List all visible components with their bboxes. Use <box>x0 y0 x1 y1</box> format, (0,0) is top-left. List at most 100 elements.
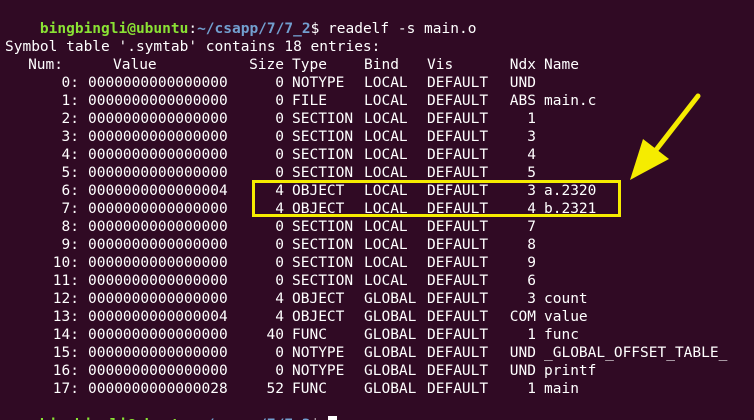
cell-bind: LOCAL <box>364 273 408 289</box>
cell-name: func <box>544 327 579 343</box>
cell-value: 0000000000000000 <box>88 345 228 361</box>
symtab-row: 8: 0000000000000000 0 SECTION LOCAL DEFAULT 7 <box>0 218 754 236</box>
cell-type: SECTION <box>292 129 354 145</box>
cell-size: 0 <box>275 237 284 253</box>
cell-vis: DEFAULT <box>427 363 489 379</box>
cell-name: _GLOBAL_OFFSET_TABLE_ <box>544 345 728 361</box>
symtab-title: Symbol table '.symtab' contains 18 entri… <box>5 39 381 55</box>
cell-ndx: 6 <box>527 273 536 289</box>
cell-vis: DEFAULT <box>427 93 489 109</box>
cell-name: count <box>544 291 588 307</box>
cell-ndx: 3 <box>527 291 536 307</box>
cell-type: OBJECT <box>292 201 345 217</box>
cell-value: 0000000000000028 <box>88 381 228 397</box>
arrow-pointing-down-left-icon <box>630 93 701 180</box>
cell-ndx: 3 <box>527 183 536 199</box>
cell-vis: DEFAULT <box>427 327 489 343</box>
cell-vis: DEFAULT <box>427 201 489 217</box>
cell-size: 0 <box>275 129 284 145</box>
cell-type: SECTION <box>292 147 354 163</box>
cell-bind: LOCAL <box>364 201 408 217</box>
cell-ndx: UND <box>509 345 536 361</box>
cell-value: 0000000000000000 <box>88 273 228 289</box>
cell-num: 11: <box>52 273 79 289</box>
header-num: Num: <box>28 57 63 73</box>
cell-vis: DEFAULT <box>427 309 489 325</box>
symtab-row: 9: 0000000000000000 0 SECTION LOCAL DEFAULT 8 <box>0 236 754 254</box>
cell-ndx: 1 <box>527 381 536 397</box>
cell-ndx: 1 <box>527 111 536 127</box>
cell-value: 0000000000000004 <box>88 183 228 199</box>
symtab-row: 10: 0000000000000000 0 SECTION LOCAL DEFAULT 9 <box>0 254 754 272</box>
terminal-window[interactable]: bingbingli@ubuntu:~/csapp/7/7_2$ readelf… <box>0 0 754 420</box>
cell-type: SECTION <box>292 255 354 271</box>
cell-type: SECTION <box>292 237 354 253</box>
cell-ndx: 5 <box>527 165 536 181</box>
cell-name: printf <box>544 363 597 379</box>
cell-bind: LOCAL <box>364 147 408 163</box>
symtab-row: 17: 0000000000000028 52 FUNC GLOBAL DEFAULT 1 m… <box>0 380 754 398</box>
symtab-header-row: Num: Value Size Type Bind Vis Ndx Name <box>0 56 754 74</box>
cell-bind: GLOBAL <box>364 381 417 397</box>
cell-ndx: 4 <box>527 201 536 217</box>
cell-size: 0 <box>275 75 284 91</box>
cell-size: 0 <box>275 147 284 163</box>
cell-value: 0000000000000000 <box>88 201 228 217</box>
cell-ndx: UND <box>509 363 536 379</box>
cell-vis: DEFAULT <box>427 75 489 91</box>
cell-bind: LOCAL <box>364 183 408 199</box>
cell-value: 0000000000000000 <box>88 165 228 181</box>
cell-size: 0 <box>275 111 284 127</box>
cell-value: 0000000000000000 <box>88 327 228 343</box>
cell-type: NOTYPE <box>292 75 345 91</box>
cell-name: main.c <box>544 93 597 109</box>
cell-bind: GLOBAL <box>364 363 417 379</box>
cell-bind: GLOBAL <box>364 291 417 307</box>
cell-bind: LOCAL <box>364 129 408 145</box>
symtab-row: 12: 0000000000000000 4 OBJECT GLOBAL DEFAULT 3… <box>0 290 754 308</box>
cell-value: 0000000000000000 <box>88 75 228 91</box>
cell-value: 0000000000000000 <box>88 93 228 109</box>
cell-ndx: 7 <box>527 219 536 235</box>
cell-name: main <box>544 381 579 397</box>
cell-bind: LOCAL <box>364 165 408 181</box>
cell-num: 15: <box>52 345 79 361</box>
cell-vis: DEFAULT <box>427 129 489 145</box>
cell-num: 17: <box>52 381 79 397</box>
cell-ndx: ABS <box>509 93 536 109</box>
cell-bind: LOCAL <box>364 237 408 253</box>
cell-type: SECTION <box>292 111 354 127</box>
cell-num: 0: <box>61 75 79 91</box>
cell-type: FILE <box>292 93 327 109</box>
cell-size: 0 <box>275 93 284 109</box>
cell-type: SECTION <box>292 165 354 181</box>
cell-bind: LOCAL <box>364 75 408 91</box>
cell-ndx: 3 <box>527 129 536 145</box>
cell-ndx: UND <box>509 75 536 91</box>
cell-value: 0000000000000000 <box>88 237 228 253</box>
cell-bind: GLOBAL <box>364 309 417 325</box>
symtab-row: 15: 0000000000000000 0 NOTYPE GLOBAL DEFAULT U… <box>0 344 754 362</box>
prompt-line-command: bingbingli@ubuntu:~/csapp/7/7_2$ readelf… <box>0 2 754 37</box>
cell-vis: DEFAULT <box>427 273 489 289</box>
cell-type: SECTION <box>292 219 354 235</box>
symtab-row: 11: 0000000000000000 0 SECTION LOCAL DEFAULT 6 <box>0 272 754 290</box>
cell-num: 16: <box>52 363 79 379</box>
cell-type: FUNC <box>292 327 327 343</box>
cell-size: 4 <box>275 309 284 325</box>
cell-size: 0 <box>275 273 284 289</box>
cell-num: 4: <box>61 147 79 163</box>
cell-vis: DEFAULT <box>427 147 489 163</box>
cell-bind: GLOBAL <box>364 327 417 343</box>
cell-size: 0 <box>275 255 284 271</box>
cell-num: 14: <box>52 327 79 343</box>
cell-value: 0000000000000000 <box>88 219 228 235</box>
header-vis: Vis <box>427 57 454 73</box>
cell-type: FUNC <box>292 381 327 397</box>
header-bind: Bind <box>364 57 399 73</box>
cell-vis: DEFAULT <box>427 255 489 271</box>
cell-ndx: 9 <box>527 255 536 271</box>
cell-ndx: 4 <box>527 147 536 163</box>
cell-size: 4 <box>275 183 284 199</box>
